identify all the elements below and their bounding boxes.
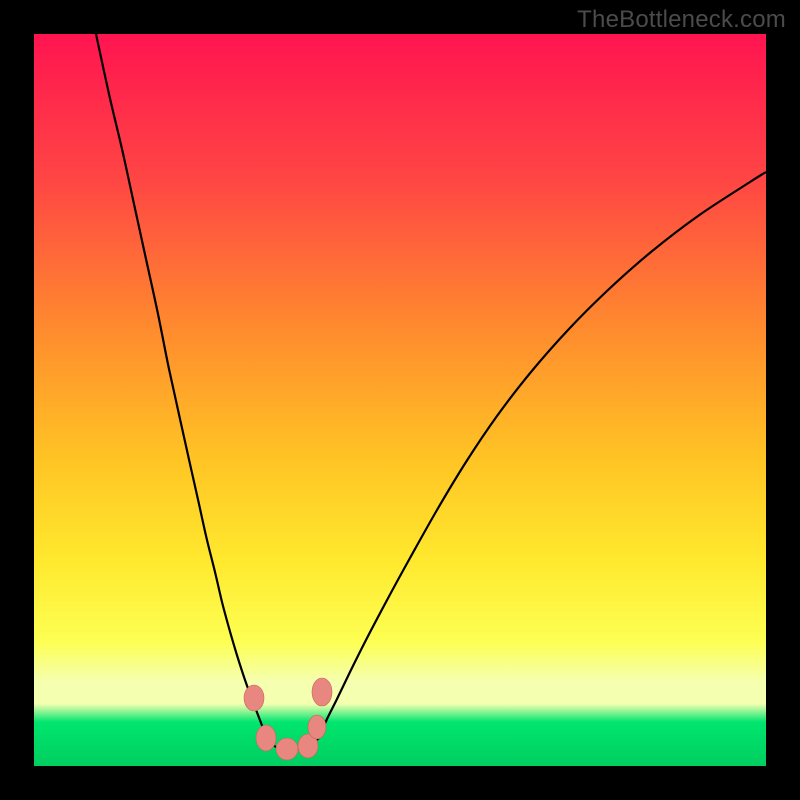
marker-point	[244, 685, 264, 711]
plot-area	[34, 34, 766, 766]
gradient-background	[34, 34, 766, 766]
bottleneck-chart	[34, 34, 766, 766]
marker-point	[256, 725, 276, 751]
chart-frame: TheBottleneck.com	[0, 0, 800, 800]
watermark-text: TheBottleneck.com	[577, 6, 786, 34]
marker-point	[276, 738, 298, 760]
marker-point	[312, 678, 332, 706]
marker-point	[308, 715, 326, 739]
